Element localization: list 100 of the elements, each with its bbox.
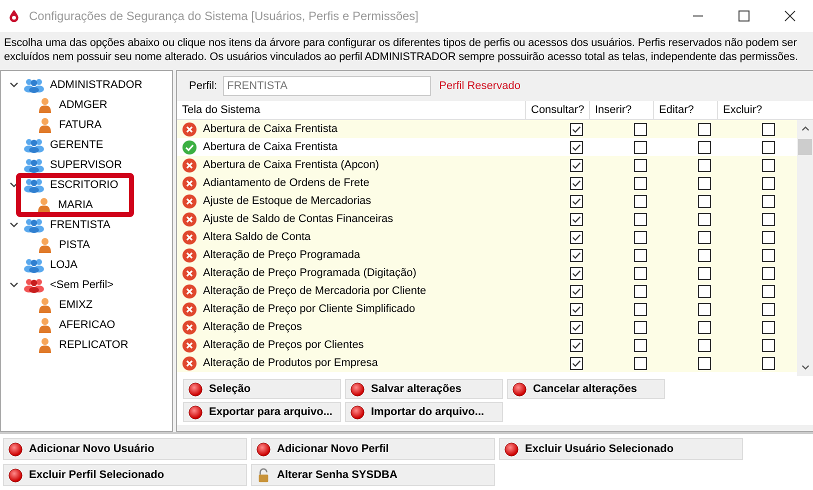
scroll-up-icon[interactable] xyxy=(800,124,810,133)
checkbox[interactable] xyxy=(762,248,775,262)
tree-item[interactable]: FRENTISTA xyxy=(50,219,110,231)
caret-icon[interactable] xyxy=(9,280,19,290)
checkbox[interactable] xyxy=(762,266,775,280)
tree-item[interactable]: PISTA xyxy=(59,239,90,251)
action-button[interactable]: Excluir Perfil Selecionado xyxy=(3,464,247,486)
checkbox[interactable] xyxy=(570,212,583,226)
checkbox[interactable] xyxy=(570,284,583,298)
screen-name: Alteração de Preço Programada xyxy=(203,249,360,261)
action-button[interactable]: Importar do arquivo... xyxy=(345,402,503,422)
checkbox[interactable] xyxy=(698,140,711,154)
reserved-note: Perfil Reservado xyxy=(439,80,520,92)
action-button[interactable]: Cancelar alterações xyxy=(507,379,665,399)
action-button[interactable]: Adicionar Novo Perfil xyxy=(251,438,495,460)
checkbox[interactable] xyxy=(634,230,647,244)
checkbox[interactable] xyxy=(570,356,583,370)
tree-item[interactable]: LOJA xyxy=(50,259,78,271)
action-button[interactable]: Salvar alterações xyxy=(345,379,503,399)
maximize-icon[interactable] xyxy=(738,10,750,22)
checkbox[interactable] xyxy=(762,158,775,172)
checkbox[interactable] xyxy=(698,338,711,352)
profile-field[interactable]: FRENTISTA xyxy=(223,76,432,96)
checkbox[interactable] xyxy=(570,140,583,154)
checkbox[interactable] xyxy=(570,230,583,244)
close-icon[interactable] xyxy=(784,10,796,22)
checkbox[interactable] xyxy=(762,320,775,334)
checkbox[interactable] xyxy=(762,230,775,244)
caret-icon[interactable] xyxy=(9,80,19,90)
checkbox[interactable] xyxy=(570,320,583,334)
checkbox[interactable] xyxy=(698,248,711,262)
tree-item[interactable]: <Sem Perfil> xyxy=(50,279,114,291)
caret-icon[interactable] xyxy=(9,180,19,190)
checkbox[interactable] xyxy=(570,248,583,262)
tree-item[interactable]: AFERICAO xyxy=(59,319,116,331)
checkbox[interactable] xyxy=(698,320,711,334)
action-button[interactable]: Exportar para arquivo... xyxy=(183,402,341,422)
checkbox[interactable] xyxy=(634,338,647,352)
tree-item[interactable]: MARIA xyxy=(58,199,93,211)
checkbox[interactable] xyxy=(698,284,711,298)
checkbox[interactable] xyxy=(634,140,647,154)
screen-name: Alteração de Produtos por Empresa xyxy=(203,357,378,369)
scroll-thumb[interactable] xyxy=(798,139,812,155)
checkbox[interactable] xyxy=(634,356,647,370)
checkbox[interactable] xyxy=(634,212,647,226)
checkbox[interactable] xyxy=(698,212,711,226)
checkbox[interactable] xyxy=(698,356,711,370)
checkbox[interactable] xyxy=(634,320,647,334)
action-button[interactable]: Adicionar Novo Usuário xyxy=(3,438,247,460)
action-button[interactable]: Alterar Senha SYSDBA xyxy=(251,464,495,486)
checkbox[interactable] xyxy=(762,338,775,352)
tree-item[interactable]: EMIXZ xyxy=(59,299,93,311)
action-button[interactable]: Seleção xyxy=(183,379,341,399)
checkbox[interactable] xyxy=(634,284,647,298)
tree-item[interactable]: ADMGER xyxy=(59,99,108,111)
checkbox[interactable] xyxy=(698,266,711,280)
column-header: Tela do Sistema xyxy=(181,104,262,116)
checkbox[interactable] xyxy=(634,176,647,190)
checkbox[interactable] xyxy=(762,302,775,316)
checkbox[interactable] xyxy=(634,266,647,280)
checkbox[interactable] xyxy=(634,302,647,316)
caret-icon[interactable] xyxy=(9,220,19,230)
tree-item[interactable]: SUPERVISOR xyxy=(50,159,122,171)
person-icon xyxy=(38,237,52,253)
scroll-down-icon[interactable] xyxy=(800,363,810,372)
checkbox[interactable] xyxy=(570,122,583,136)
tree-item[interactable]: REPLICATOR xyxy=(59,339,128,351)
checkbox[interactable] xyxy=(762,176,775,190)
checkbox[interactable] xyxy=(570,194,583,208)
checkbox[interactable] xyxy=(698,158,711,172)
checkbox[interactable] xyxy=(698,122,711,136)
tree-item[interactable]: GERENTE xyxy=(50,139,104,151)
checkbox[interactable] xyxy=(762,122,775,136)
checkbox[interactable] xyxy=(634,248,647,262)
dot-icon xyxy=(256,442,271,456)
checkbox[interactable] xyxy=(634,122,647,136)
checkbox[interactable] xyxy=(698,302,711,316)
screen-name: Alteração de Preço por Cliente Simplificado xyxy=(203,303,416,315)
checkbox[interactable] xyxy=(762,212,775,226)
checkbox[interactable] xyxy=(698,230,711,244)
checkbox[interactable] xyxy=(570,338,583,352)
checkbox[interactable] xyxy=(698,176,711,190)
checkbox[interactable] xyxy=(762,140,775,154)
action-button[interactable]: Excluir Usuário Selecionado xyxy=(499,438,743,460)
checkbox[interactable] xyxy=(634,158,647,172)
checkbox[interactable] xyxy=(570,302,583,316)
checkbox[interactable] xyxy=(698,194,711,208)
checkbox[interactable] xyxy=(762,284,775,298)
tree-item[interactable]: ADMINISTRADOR xyxy=(50,79,142,91)
checkbox[interactable] xyxy=(570,266,583,280)
checkbox[interactable] xyxy=(762,356,775,370)
checkbox[interactable] xyxy=(634,194,647,208)
screen-name: Adiantamento de Ordens de Frete xyxy=(203,177,370,189)
checkbox[interactable] xyxy=(762,194,775,208)
checkbox[interactable] xyxy=(570,176,583,190)
scrollbar[interactable] xyxy=(797,120,813,376)
tree-item[interactable]: ESCRITORIO xyxy=(50,179,118,191)
tree-item[interactable]: FATURA xyxy=(59,119,102,131)
checkbox[interactable] xyxy=(570,158,583,172)
screen-name: Ajuste de Saldo de Contas Financeiras xyxy=(203,213,394,225)
